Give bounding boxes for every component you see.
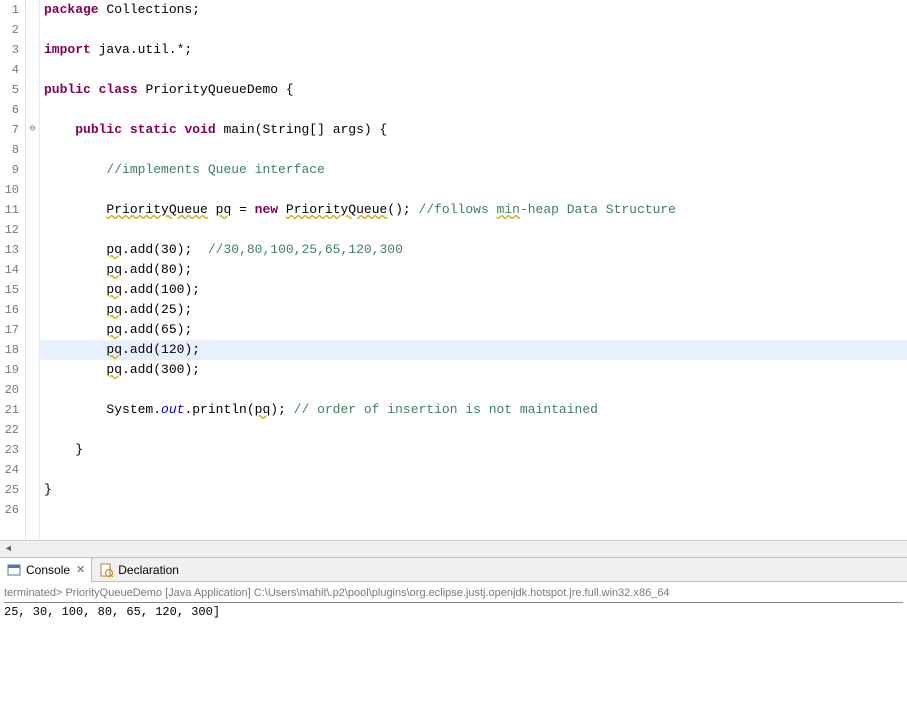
code-line[interactable] (40, 460, 907, 480)
code-line[interactable] (40, 420, 907, 440)
declaration-icon (98, 562, 114, 578)
line-number: 6 (0, 100, 19, 120)
annotation-cell (26, 280, 39, 300)
line-number: 3 (0, 40, 19, 60)
console-terminated-line: terminated> PriorityQueueDemo [Java Appl… (4, 584, 903, 603)
code-line[interactable]: } (40, 480, 907, 500)
code-editor[interactable]: 1234567891011121314151617181920212223242… (0, 0, 907, 540)
line-number: 10 (0, 180, 19, 200)
annotation-cell: ⊖ (26, 120, 39, 140)
tab-console[interactable]: Console ✕ (0, 558, 92, 582)
code-line[interactable]: public class PriorityQueueDemo { (40, 80, 907, 100)
code-line[interactable]: System.out.println(pq); // order of inse… (40, 400, 907, 420)
line-number: 9 (0, 160, 19, 180)
line-number: 7 (0, 120, 19, 140)
line-number: 15 (0, 280, 19, 300)
annotation-cell (26, 380, 39, 400)
console-body[interactable]: terminated> PriorityQueueDemo [Java Appl… (0, 582, 907, 713)
line-number: 16 (0, 300, 19, 320)
annotation-cell (26, 240, 39, 260)
annotation-cell (26, 340, 39, 360)
line-number: 26 (0, 500, 19, 520)
code-line[interactable]: pq.add(120); (40, 340, 907, 360)
code-line[interactable]: import java.util.*; (40, 40, 907, 60)
line-number: 4 (0, 60, 19, 80)
annotation-cell (26, 500, 39, 520)
code-line[interactable] (40, 500, 907, 520)
line-number-gutter: 1234567891011121314151617181920212223242… (0, 0, 26, 540)
line-number: 19 (0, 360, 19, 380)
annotation-cell (26, 480, 39, 500)
code-line[interactable]: pq.add(100); (40, 280, 907, 300)
code-line[interactable] (40, 20, 907, 40)
line-number: 8 (0, 140, 19, 160)
annotation-cell (26, 60, 39, 80)
editor-horizontal-scrollbar[interactable]: ◄ (0, 540, 907, 557)
annotation-cell (26, 220, 39, 240)
annotation-cell (26, 460, 39, 480)
line-number: 11 (0, 200, 19, 220)
code-line[interactable]: //implements Queue interface (40, 160, 907, 180)
annotation-cell (26, 400, 39, 420)
code-line[interactable]: public static void main(String[] args) { (40, 120, 907, 140)
line-number: 12 (0, 220, 19, 240)
console-icon (6, 562, 22, 578)
line-number: 20 (0, 380, 19, 400)
code-line[interactable]: pq.add(300); (40, 360, 907, 380)
annotation-cell (26, 440, 39, 460)
annotation-cell (26, 320, 39, 340)
code-line[interactable] (40, 100, 907, 120)
code-line[interactable]: pq.add(25); (40, 300, 907, 320)
annotation-cell (26, 420, 39, 440)
line-number: 24 (0, 460, 19, 480)
annotation-cell (26, 200, 39, 220)
tab-declaration-label: Declaration (118, 563, 179, 577)
line-number: 17 (0, 320, 19, 340)
code-line[interactable] (40, 60, 907, 80)
annotation-cell (26, 180, 39, 200)
annotation-cell (26, 300, 39, 320)
bottom-panel: Console ✕ Declaration terminated> Priori… (0, 557, 907, 713)
annotation-cell (26, 260, 39, 280)
annotation-cell (26, 160, 39, 180)
code-line[interactable]: pq.add(30); //30,80,100,25,65,120,300 (40, 240, 907, 260)
code-line[interactable] (40, 220, 907, 240)
line-number: 21 (0, 400, 19, 420)
bottom-tab-row: Console ✕ Declaration (0, 558, 907, 582)
code-line[interactable] (40, 180, 907, 200)
annotation-cell (26, 140, 39, 160)
line-number: 25 (0, 480, 19, 500)
annotation-cell (26, 80, 39, 100)
code-line[interactable]: PriorityQueue pq = new PriorityQueue(); … (40, 200, 907, 220)
scroll-left-icon[interactable]: ◄ (0, 542, 17, 557)
line-number: 2 (0, 20, 19, 40)
annotation-cell (26, 100, 39, 120)
annotation-cell (26, 360, 39, 380)
annotation-cell (26, 20, 39, 40)
annotation-cell (26, 0, 39, 20)
annotation-column: ⊖ (26, 0, 40, 540)
annotation-cell (26, 40, 39, 60)
line-number: 23 (0, 440, 19, 460)
line-number: 13 (0, 240, 19, 260)
code-line[interactable]: pq.add(65); (40, 320, 907, 340)
line-number: 18 (0, 340, 19, 360)
console-output: 25, 30, 100, 80, 65, 120, 300] (4, 603, 903, 621)
close-icon[interactable]: ✕ (76, 563, 85, 576)
code-line[interactable]: } (40, 440, 907, 460)
code-line[interactable] (40, 380, 907, 400)
code-line[interactable]: pq.add(80); (40, 260, 907, 280)
code-line[interactable]: package Collections; (40, 0, 907, 20)
line-number: 1 (0, 0, 19, 20)
line-number: 22 (0, 420, 19, 440)
line-number: 5 (0, 80, 19, 100)
code-content[interactable]: package Collections; import java.util.*; p… (40, 0, 907, 540)
line-number: 14 (0, 260, 19, 280)
code-line[interactable] (40, 140, 907, 160)
tab-declaration[interactable]: Declaration (92, 558, 185, 582)
tab-console-label: Console (26, 563, 70, 577)
